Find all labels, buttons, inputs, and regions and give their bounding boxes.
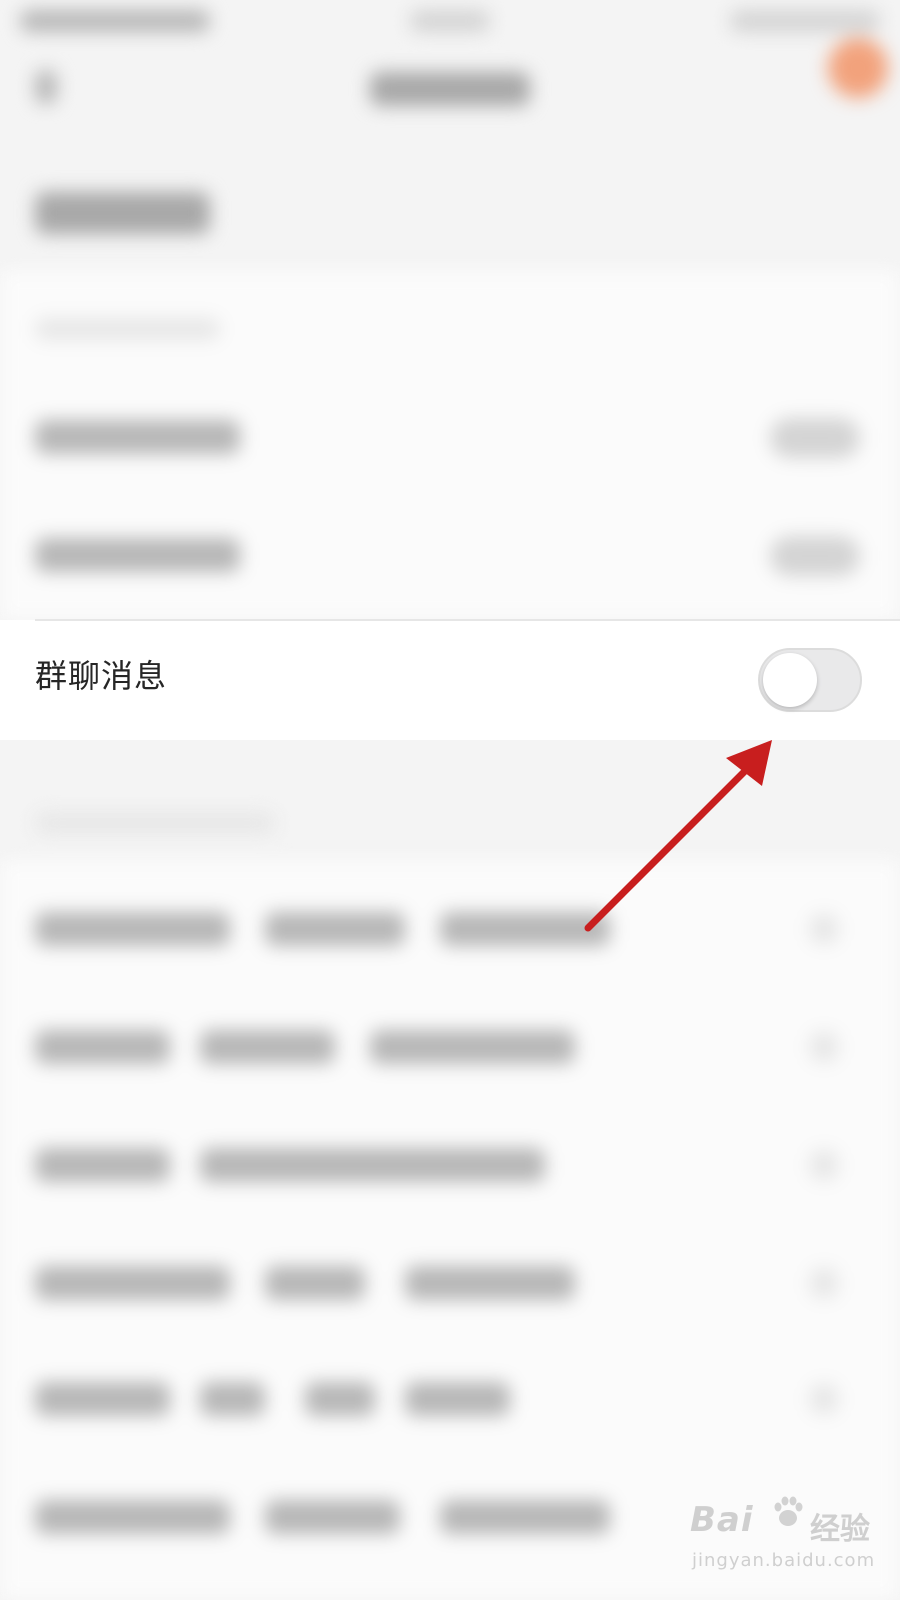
section-caption-blur xyxy=(35,318,220,340)
option-row-2-c xyxy=(370,1030,575,1064)
section-caption-2-blur xyxy=(35,812,275,834)
watermark-brand: 经验 xyxy=(810,1512,870,1547)
status-right-blur xyxy=(730,10,880,32)
option-row-4-c xyxy=(405,1266,575,1300)
nav-title-blur xyxy=(370,72,530,106)
setting-row-1-blur[interactable] xyxy=(35,420,240,454)
setting-row-2-toggle-blur[interactable] xyxy=(770,536,860,576)
setting-row-2-blur[interactable] xyxy=(35,538,240,572)
paw-icon xyxy=(774,1496,803,1526)
blurred-background xyxy=(0,0,900,1600)
settings-card-bottom xyxy=(0,860,900,1600)
row-divider xyxy=(35,619,900,621)
option-row-5-b xyxy=(200,1382,265,1416)
option-row-4-chevron[interactable] xyxy=(810,1268,838,1298)
option-row-4-b xyxy=(265,1266,365,1300)
option-row-2-b xyxy=(200,1030,335,1064)
option-row-6-b xyxy=(265,1500,400,1534)
group-chat-message-toggle[interactable] xyxy=(758,648,862,712)
setting-row-1-toggle-blur[interactable] xyxy=(770,418,860,458)
option-row-6-a xyxy=(35,1500,230,1534)
option-row-6-c xyxy=(440,1500,610,1534)
option-row-1-a xyxy=(35,912,230,946)
option-row-5-d xyxy=(405,1382,510,1416)
option-row-5-chevron[interactable] xyxy=(810,1384,838,1414)
avatar-blur[interactable] xyxy=(828,38,888,98)
option-row-3-a xyxy=(35,1148,170,1182)
watermark-logo-text: Bai xyxy=(690,1500,754,1540)
status-center-blur xyxy=(410,10,490,32)
group-chat-message-label: 群聊消息 xyxy=(35,657,168,695)
back-icon-blur[interactable] xyxy=(35,70,57,104)
page-heading-blur xyxy=(35,192,210,234)
option-row-1-b xyxy=(265,912,405,946)
option-row-5-c xyxy=(305,1382,375,1416)
option-row-1-chevron[interactable] xyxy=(810,914,838,944)
toggle-knob xyxy=(763,653,817,707)
watermark-url: jingyan.baidu.com xyxy=(692,1550,876,1571)
option-row-3-chevron[interactable] xyxy=(810,1150,838,1180)
option-row-2-a xyxy=(35,1030,170,1064)
baidu-jingyan-watermark: Bai du 经验 jingyan.baidu.com xyxy=(690,1496,890,1580)
option-row-1-c xyxy=(440,912,610,946)
option-row-4-a xyxy=(35,1266,230,1300)
status-time-blur xyxy=(20,10,210,32)
option-row-2-chevron[interactable] xyxy=(810,1032,838,1062)
option-row-3-b xyxy=(200,1148,545,1182)
option-row-5-a xyxy=(35,1382,170,1416)
